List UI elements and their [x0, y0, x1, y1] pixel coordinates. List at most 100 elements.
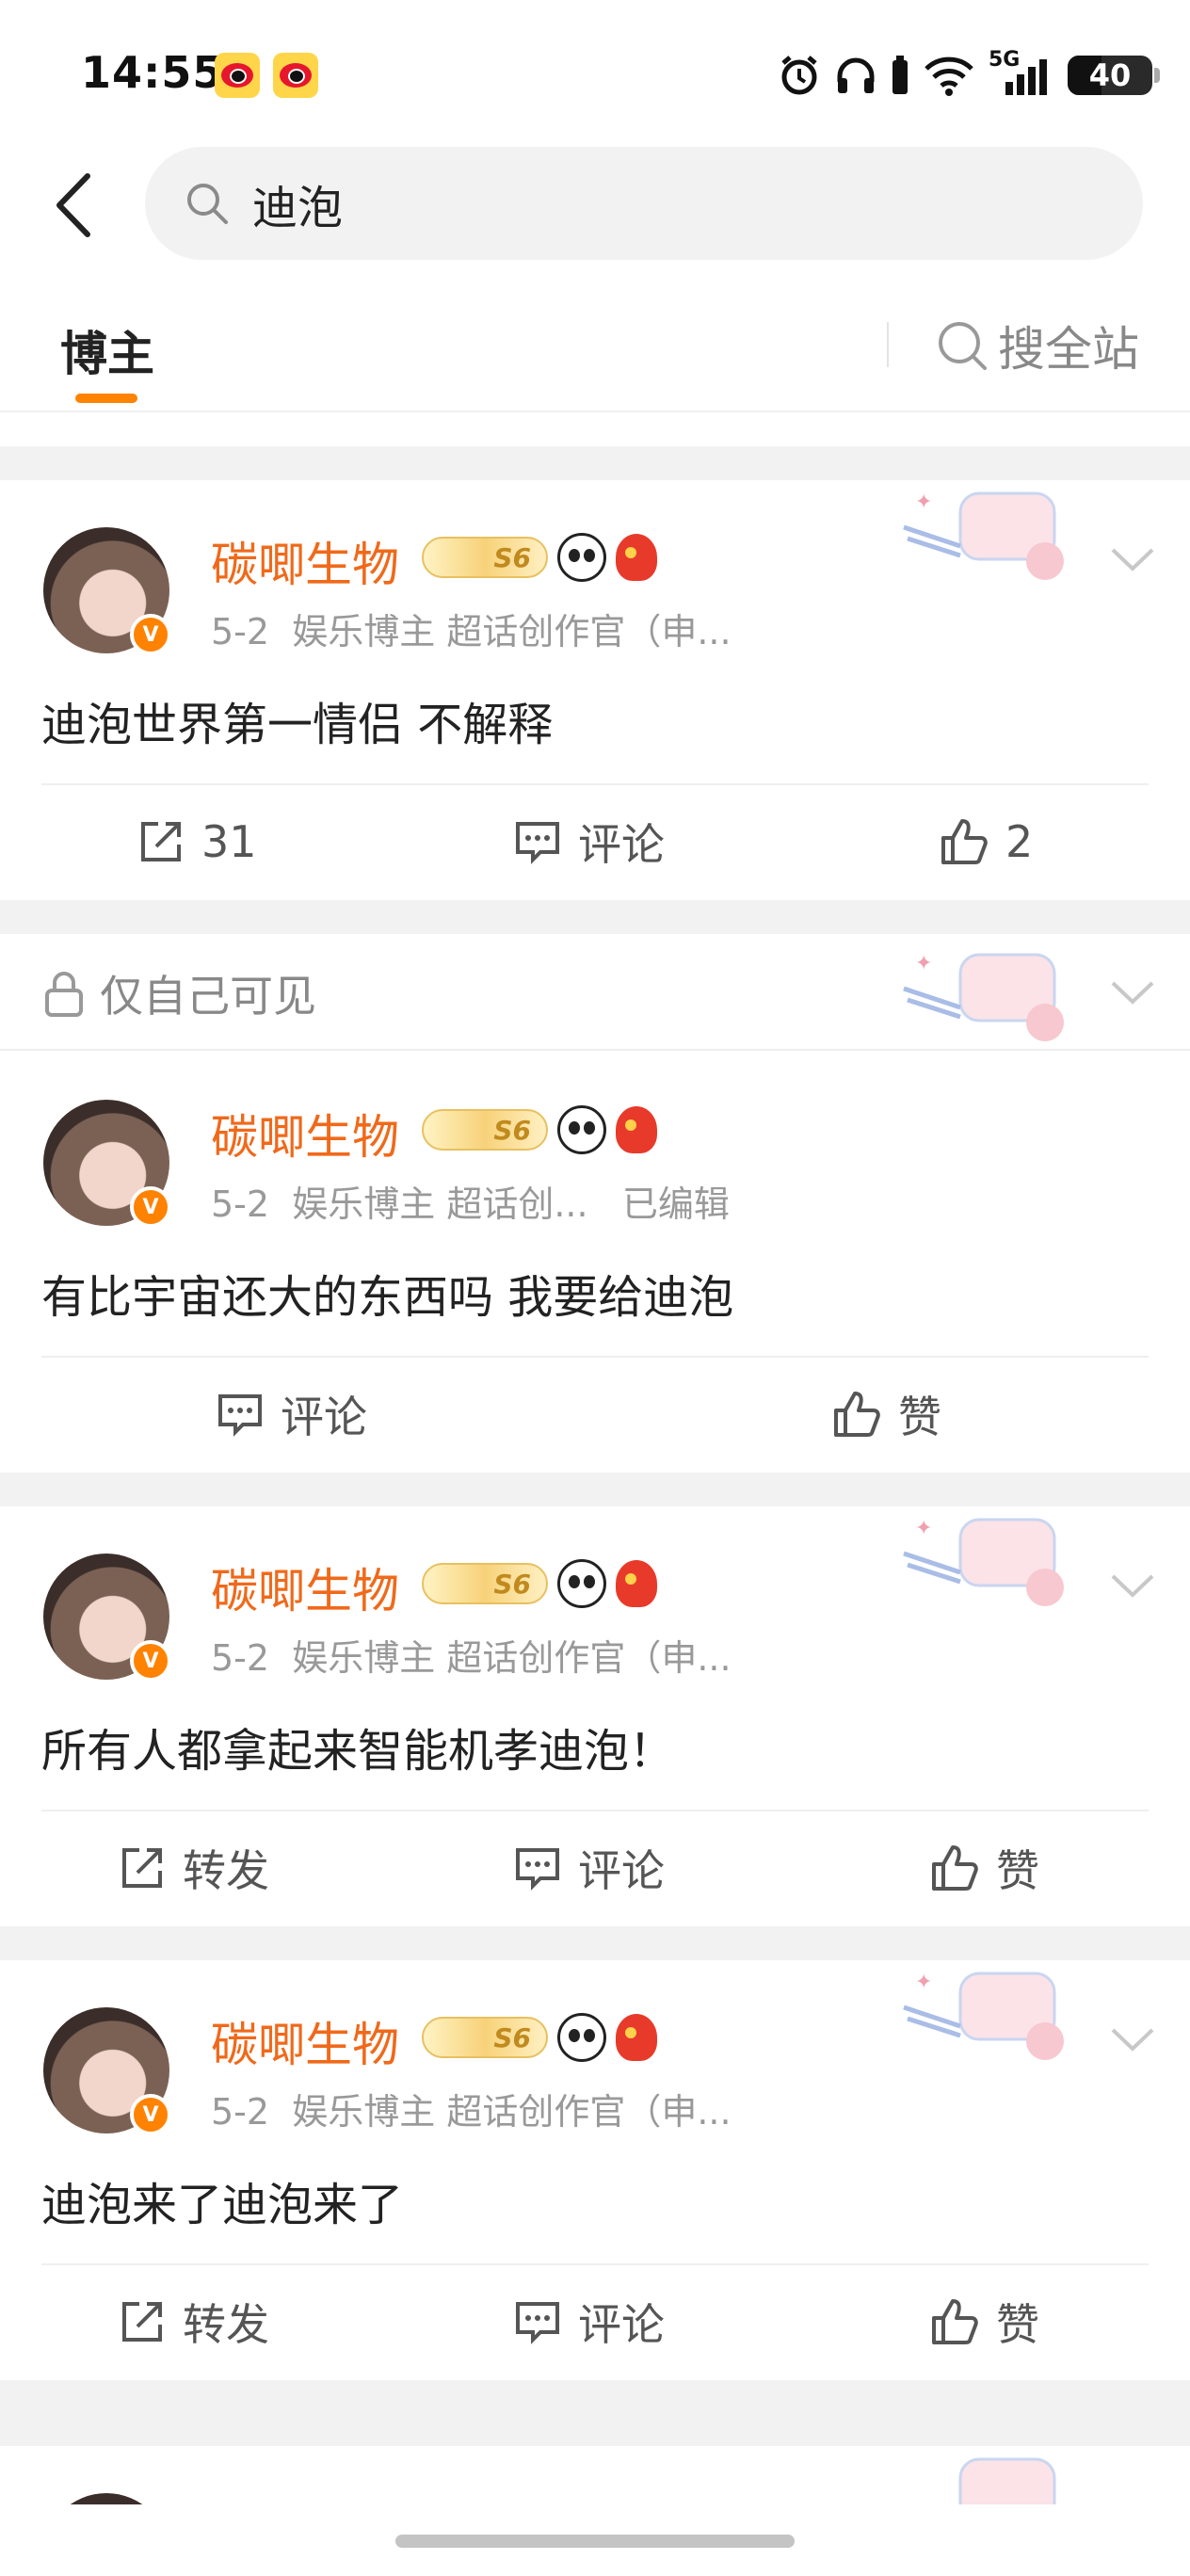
private-visibility-label: 仅自己可见 [41, 962, 316, 1024]
like-button[interactable]: 赞 [928, 2294, 1039, 2350]
comment-label: 评论 [578, 1845, 665, 1896]
thumbs-up-icon [932, 1845, 978, 1891]
chevron-down-icon[interactable] [1109, 1567, 1156, 1604]
author-name[interactable]: 碳唧生物 [211, 527, 399, 595]
headphones-icon [837, 57, 875, 93]
post-card[interactable]: V 碳唧生物 S6 5-2 娱乐博主 超话创作官（申... ✦ 所有人都拿起来智… [0, 1506, 1190, 1926]
post-content[interactable]: 迪泡来了迪泡来了 [41, 2167, 403, 2233]
chevron-down-icon[interactable] [1109, 974, 1156, 1011]
search-query-text: 迪泡 [252, 182, 344, 234]
post-meta: 5-2 娱乐博主 超话创作官（申... [211, 603, 732, 654]
action-divider [41, 1810, 1149, 1811]
bird-icon [616, 534, 657, 581]
user-badges: S6 [422, 1557, 657, 1610]
private-visibility-text: 仅自己可见 [100, 971, 316, 1022]
status-bar: 14:55 5G 40 [0, 0, 1190, 141]
card-decoration-icon [958, 2457, 1056, 2504]
repost-label: 转发 [183, 1845, 269, 1896]
post-card[interactable]: V 碳唧生物 S6 5-2 娱乐博主 超话创作官（申... ✦ 迪泡世界第一情侣… [0, 480, 1190, 900]
back-button[interactable] [41, 169, 104, 241]
post-content[interactable]: 迪泡世界第一情侣 不解释 [41, 687, 553, 753]
repost-count: 31 [201, 816, 257, 867]
feed-separator [0, 446, 1190, 480]
author-name[interactable]: 碳唧生物 [211, 1100, 399, 1167]
avatar[interactable]: V [43, 527, 171, 655]
comment-icon [218, 1394, 262, 1437]
comment-button[interactable]: 评论 [512, 1840, 665, 1896]
feed-separator [0, 900, 1190, 934]
repost-button[interactable]: 31 [136, 813, 257, 870]
tab-bar: 博主 搜全站 [0, 282, 1190, 412]
panda-icon [557, 533, 606, 582]
card-decoration-icon: ✦ [903, 491, 1064, 580]
repost-button[interactable]: 转发 [117, 2294, 269, 2350]
verified-icon: V [130, 1640, 171, 1682]
like-button[interactable]: 赞 [830, 1386, 941, 1442]
user-badges: S6 [422, 2011, 657, 2064]
repost-icon [141, 822, 181, 861]
repost-icon [122, 2302, 162, 2342]
action-divider [41, 783, 1149, 785]
repost-label: 转发 [183, 2299, 269, 2350]
like-button[interactable]: 2 [938, 813, 1033, 870]
weibo-notification-icon [215, 53, 260, 98]
feed-separator [0, 1926, 1190, 1960]
author-name[interactable]: 碳唧生物 [211, 2007, 399, 2075]
level-badge-text: S6 [493, 2021, 531, 2053]
repost-button[interactable]: 转发 [117, 1840, 269, 1896]
alarm-icon [781, 56, 817, 95]
bird-icon [616, 1560, 657, 1607]
search-icon [939, 322, 987, 370]
home-indicator[interactable] [395, 2535, 795, 2548]
search-all-button[interactable]: 搜全站 [936, 313, 1139, 378]
panda-icon [557, 1559, 606, 1608]
card-decoration-icon: ✦ [903, 1517, 1064, 1606]
battery-level: 40 [1088, 57, 1132, 93]
avatar[interactable] [43, 2493, 169, 2504]
comment-button[interactable]: 评论 [512, 2294, 665, 2350]
level-badge-text: S6 [493, 1568, 531, 1600]
like-button[interactable]: 赞 [928, 1840, 1039, 1896]
level-badge: S6 [422, 1109, 548, 1151]
post-card[interactable]: V 碳唧生物 S6 5-2 娱乐博主 超话创... 已编辑 有比宇宙还大的东西吗… [0, 1053, 1190, 1473]
avatar[interactable]: V [43, 1554, 171, 1682]
bird-icon [616, 2014, 657, 2061]
like-count: 2 [1005, 816, 1034, 867]
post-content[interactable]: 所有人都拿起来智能机孝迪泡！ [41, 1714, 674, 1779]
thumbs-up-icon [932, 2299, 978, 2344]
comment-button[interactable]: 评论 [215, 1386, 367, 1442]
cellular-signal-icon: 5G [989, 48, 1054, 97]
active-tab-indicator [75, 394, 137, 403]
comment-icon [516, 822, 559, 864]
post-meta: 5-2 娱乐博主 超话创作官（申... [211, 1629, 732, 1681]
post-card-partial[interactable] [0, 2446, 1190, 2504]
avatar[interactable]: V [43, 2007, 171, 2135]
post-date: 5-2 [211, 1637, 270, 1679]
author-name[interactable]: 碳唧生物 [211, 1554, 399, 1621]
thumbs-up-icon [941, 819, 988, 864]
post-meta: 5-2 娱乐博主 超话创作官（申... [211, 2083, 732, 2134]
svg-text:✦: ✦ [915, 1517, 932, 1540]
chevron-down-icon[interactable] [1109, 2021, 1156, 2058]
post-card[interactable]: V 碳唧生物 S6 5-2 娱乐博主 超话创作官（申... ✦ 迪泡来了迪泡来了… [0, 1960, 1190, 2380]
chevron-down-icon[interactable] [1109, 540, 1156, 578]
tab-bloggers[interactable]: 博主 [60, 316, 154, 384]
comment-button[interactable]: 评论 [512, 813, 665, 870]
avatar[interactable]: V [43, 1100, 171, 1228]
post-source: 娱乐博主 超话创... [292, 1183, 588, 1225]
feed-separator [0, 2380, 1190, 2446]
verified-icon: V [130, 2094, 171, 2135]
feed-separator [0, 1473, 1190, 1506]
search-input[interactable]: 迪泡 [145, 147, 1143, 260]
status-time: 14:55 [81, 47, 224, 98]
panda-icon [557, 2013, 606, 2062]
comment-label: 评论 [281, 1392, 367, 1442]
search-icon [185, 180, 232, 227]
level-badge-text: S6 [493, 1114, 531, 1146]
edited-label: 已编辑 [621, 1183, 730, 1225]
level-badge: S6 [422, 1563, 548, 1604]
post-content[interactable]: 有比宇宙还大的东西吗 我要给迪泡 [41, 1260, 733, 1326]
level-badge-text: S6 [493, 541, 531, 573]
tab-divider [887, 322, 889, 367]
like-label: 赞 [898, 1392, 941, 1442]
